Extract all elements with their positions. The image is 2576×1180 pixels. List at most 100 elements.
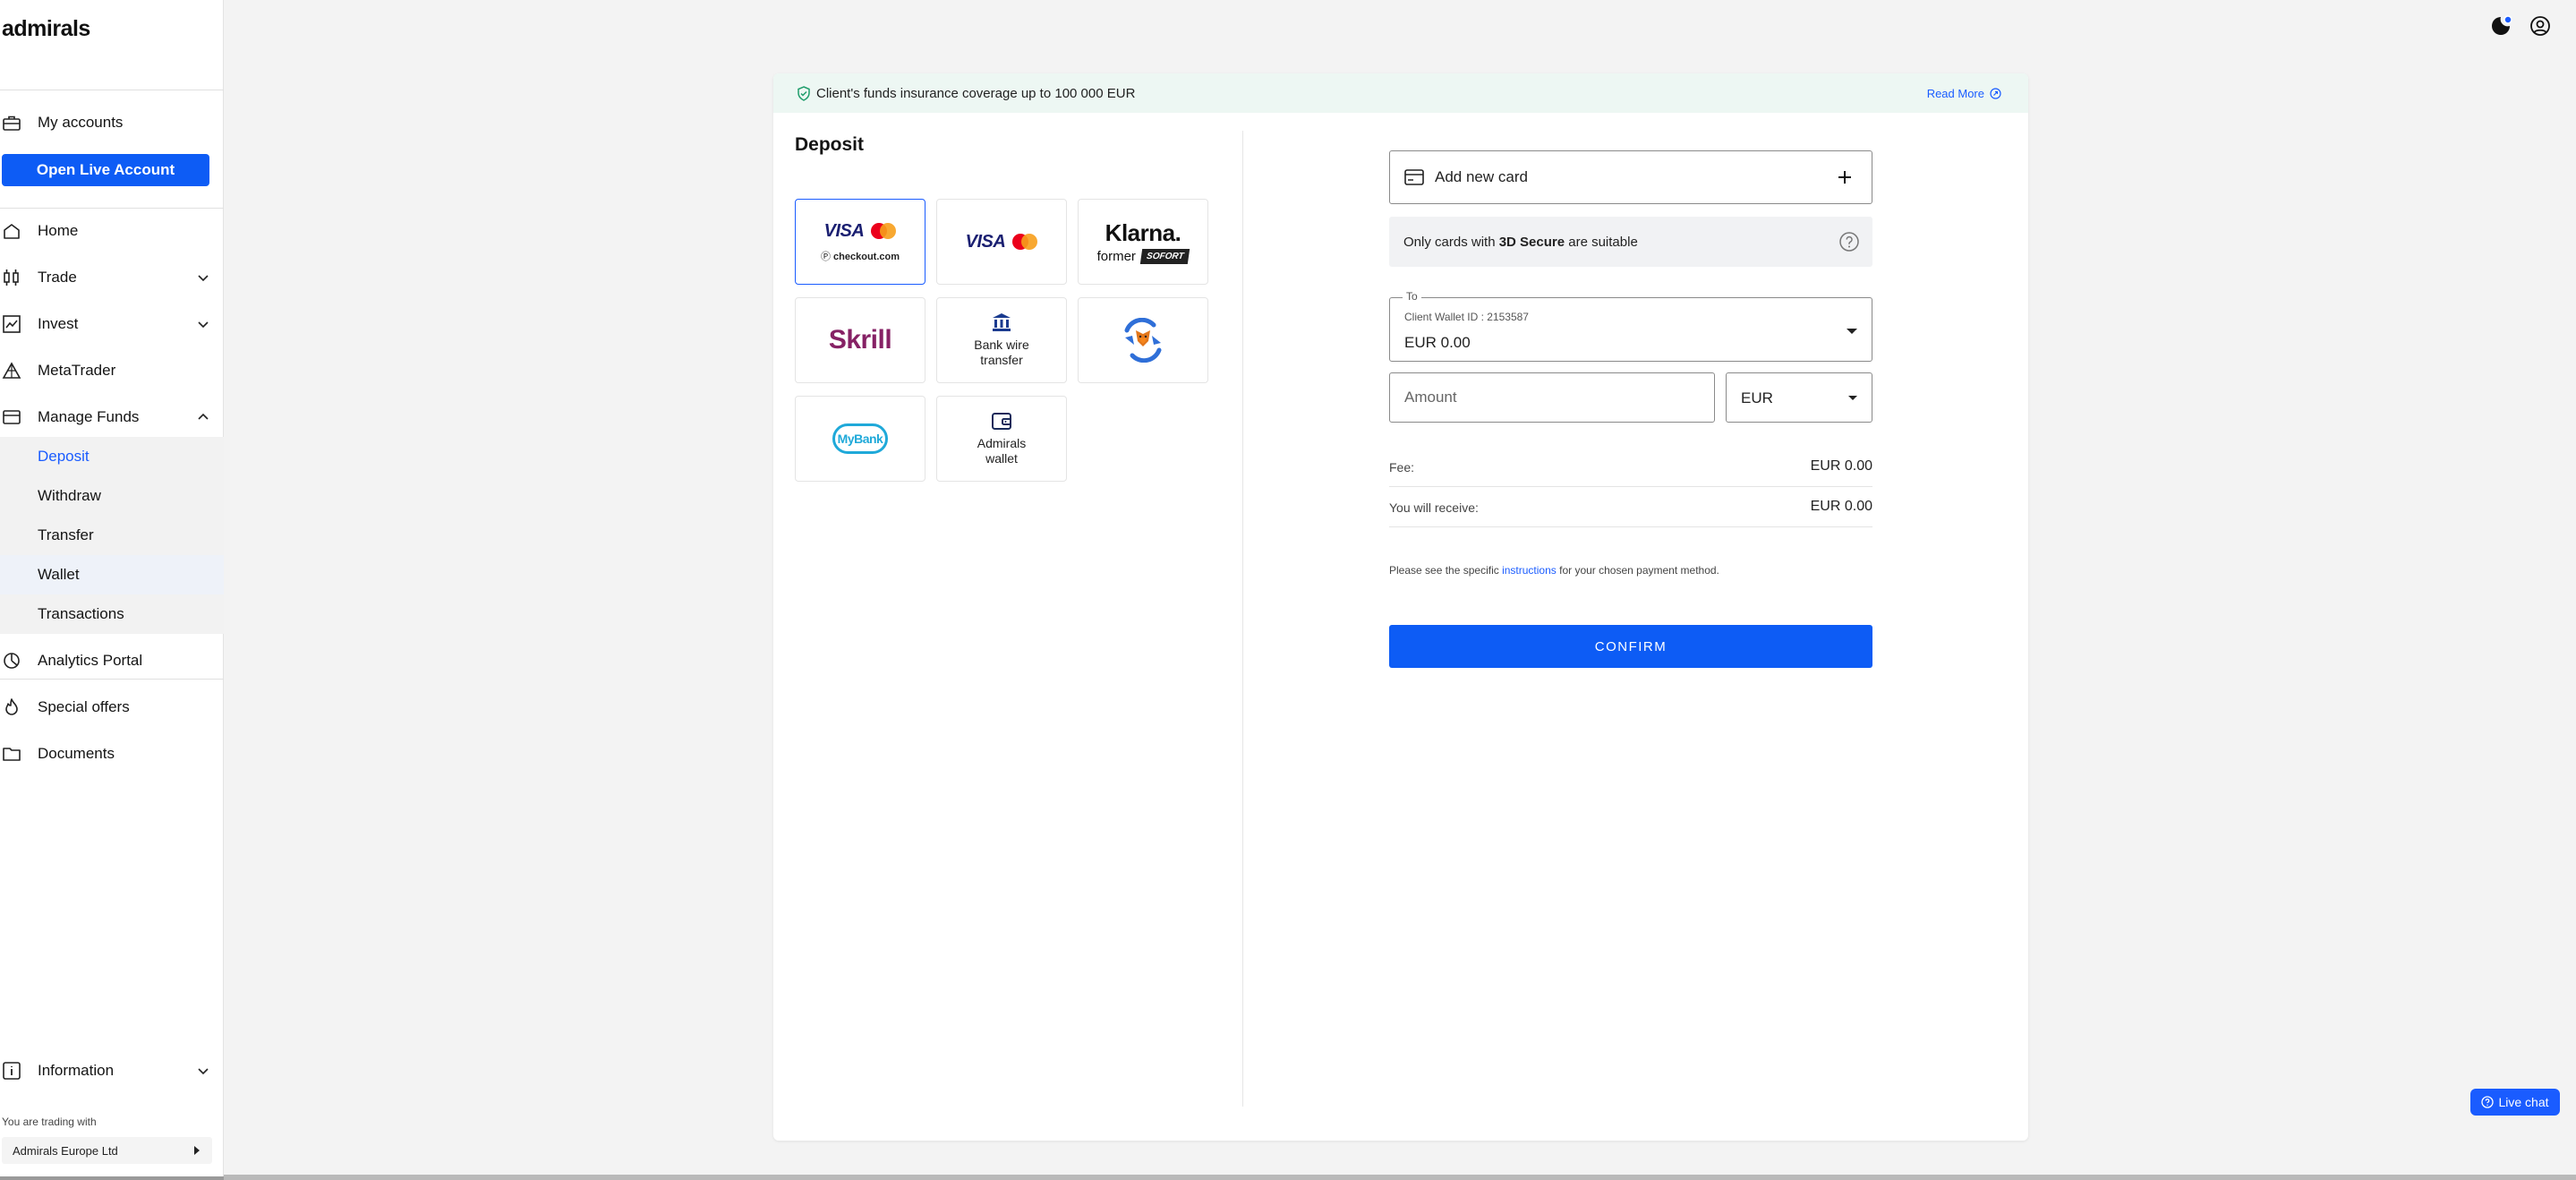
receive-row: You will receive: EUR 0.00 (1389, 497, 1872, 520)
currency-select[interactable]: EUR (1726, 372, 1872, 423)
sidebar-item-label: MetaTrader (38, 362, 116, 379)
sidebar-subitem-transactions[interactable]: Transactions (0, 594, 224, 634)
payment-method-skrill[interactable]: Skrill (795, 297, 925, 383)
payment-method-bank-wire[interactable]: Bank wire transfer (936, 297, 1067, 383)
row-divider (1389, 526, 1872, 527)
insurance-text: Client's funds insurance coverage up to … (816, 85, 1136, 101)
sidebar-item-manage-funds[interactable]: Manage Funds (0, 398, 224, 437)
chart-line-icon (2, 314, 21, 334)
visa-logo: VISA (965, 231, 1006, 252)
help-icon (2481, 1096, 2495, 1108)
user-profile-icon[interactable] (2529, 14, 2552, 38)
chevron-up-icon (198, 413, 209, 420)
mybank-logo: MyBank (832, 423, 888, 454)
fee-label: Fee: (1389, 460, 1415, 475)
client-wallet-id: Client Wallet ID : 2153587 (1404, 311, 1529, 323)
pie-chart-icon (2, 651, 21, 671)
metamask-crypto-icon (1124, 318, 1162, 363)
klarna-logo: Klarna. (1105, 219, 1181, 246)
wallet-icon (992, 413, 1011, 430)
add-new-card-label: Add new card (1435, 168, 1528, 185)
sidebar: admirals My accounts Open Live Account H… (0, 0, 224, 1180)
row-divider (1389, 486, 1872, 487)
trading-with-label: You are trading with (2, 1116, 97, 1128)
dropdown-caret-icon (1848, 396, 1857, 400)
info-icon (2, 1061, 21, 1081)
sidebar-divider (0, 208, 224, 209)
payment-method-visa-checkout[interactable]: VISA Ⓟ checkout.com (795, 199, 925, 285)
metatrader-icon (2, 361, 21, 381)
sidebar-subitem-withdraw[interactable]: Withdraw (0, 476, 224, 516)
open-live-account-button[interactable]: Open Live Account (2, 154, 209, 186)
dropdown-caret-icon (1847, 329, 1857, 334)
bottom-edge (224, 1175, 2576, 1180)
entity-selector[interactable]: Admirals Europe Ltd (2, 1137, 212, 1164)
payment-method-klarna[interactable]: Klarna. former SOFORT (1078, 199, 1208, 285)
receive-label: You will receive: (1389, 500, 1479, 515)
instructions-note: Please see the specific instructions for… (1389, 564, 1719, 577)
payment-method-mybank[interactable]: MyBank (795, 396, 925, 482)
payment-method-metamask[interactable] (1078, 297, 1208, 383)
credit-card-icon (1404, 169, 1424, 185)
chevron-down-icon (198, 275, 209, 282)
sidebar-item-information[interactable]: Information (0, 1051, 224, 1090)
help-icon[interactable] (1838, 231, 1860, 252)
checkout-logo: Ⓟ checkout.com (820, 251, 900, 262)
candles-icon (2, 268, 21, 287)
external-link-icon (1990, 87, 2001, 99)
to-wallet-value: EUR 0.00 (1404, 334, 1471, 351)
shield-check-icon (798, 86, 810, 101)
folder-icon (2, 744, 21, 764)
amount-input[interactable] (1389, 372, 1715, 423)
fee-row: Fee: EUR 0.00 (1389, 457, 1872, 480)
add-new-card-button[interactable]: Add new card (1389, 150, 1872, 204)
admirals-wallet-label-line1: Admirals (977, 436, 1027, 450)
visa-logo: VISA (823, 220, 865, 241)
chevron-down-icon (198, 1068, 209, 1075)
sidebar-item-metatrader[interactable]: MetaTrader (0, 351, 224, 390)
checkout-label: checkout.com (833, 251, 900, 262)
sofort-logo: SOFORT (1139, 249, 1190, 264)
flame-icon (2, 697, 21, 717)
payment-method-admirals-wallet[interactable]: Admirals wallet (936, 396, 1067, 482)
fee-value: EUR 0.00 (1810, 458, 1872, 474)
to-wallet-select[interactable]: To Client Wallet ID : 2153587 EUR 0.00 (1389, 290, 1872, 362)
sidebar-item-label: Invest (38, 315, 79, 332)
live-chat-label: Live chat (2498, 1095, 2549, 1109)
read-more-link[interactable]: Read More (1927, 87, 2001, 100)
sidebar-divider (0, 679, 224, 680)
bottom-edge (0, 1176, 224, 1180)
admirals-wallet-label-line2: wallet (985, 451, 1018, 466)
admirals-logo[interactable]: admirals (2, 16, 90, 42)
bank-wire-label-line2: transfer (980, 353, 1023, 367)
sidebar-subitem-deposit[interactable]: Deposit (0, 437, 224, 476)
sidebar-item-my-accounts[interactable]: My accounts (0, 103, 224, 142)
receive-value: EUR 0.00 (1810, 499, 1872, 514)
sidebar-item-home[interactable]: Home (0, 211, 224, 251)
payment-method-visa-mastercard[interactable]: VISA (936, 199, 1067, 285)
sidebar-subitem-label: Transfer (38, 526, 94, 543)
bank-icon (993, 313, 1011, 331)
wallet-icon (2, 407, 21, 427)
sidebar-item-analytics-portal[interactable]: Analytics Portal (0, 641, 224, 680)
3d-secure-notice: Only cards with 3D Secure are suitable (1389, 217, 1872, 267)
sidebar-item-invest[interactable]: Invest (0, 304, 224, 344)
sidebar-item-label: Trade (38, 269, 77, 286)
briefcase-icon (2, 113, 21, 133)
mastercard-logo (871, 223, 897, 239)
skrill-logo: Skrill (828, 325, 892, 355)
confirm-button[interactable]: CONFIRM (1389, 625, 1872, 668)
caret-right-icon (194, 1146, 200, 1155)
live-chat-button[interactable]: Live chat (2470, 1089, 2560, 1116)
instructions-link[interactable]: instructions (1502, 564, 1557, 577)
sidebar-item-special-offers[interactable]: Special offers (0, 688, 224, 727)
bank-wire-label-line1: Bank wire (974, 338, 1029, 352)
sidebar-item-documents[interactable]: Documents (0, 734, 224, 774)
sidebar-subitem-label: Deposit (38, 448, 90, 465)
sidebar-subitem-wallet[interactable]: Wallet (0, 555, 224, 594)
currency-value: EUR (1741, 389, 1773, 406)
sidebar-subitem-transfer[interactable]: Transfer (0, 516, 224, 555)
sidebar-item-trade[interactable]: Trade (0, 258, 224, 297)
sidebar-item-label: Analytics Portal (38, 652, 143, 669)
theme-toggle-icon[interactable] (2489, 14, 2512, 38)
